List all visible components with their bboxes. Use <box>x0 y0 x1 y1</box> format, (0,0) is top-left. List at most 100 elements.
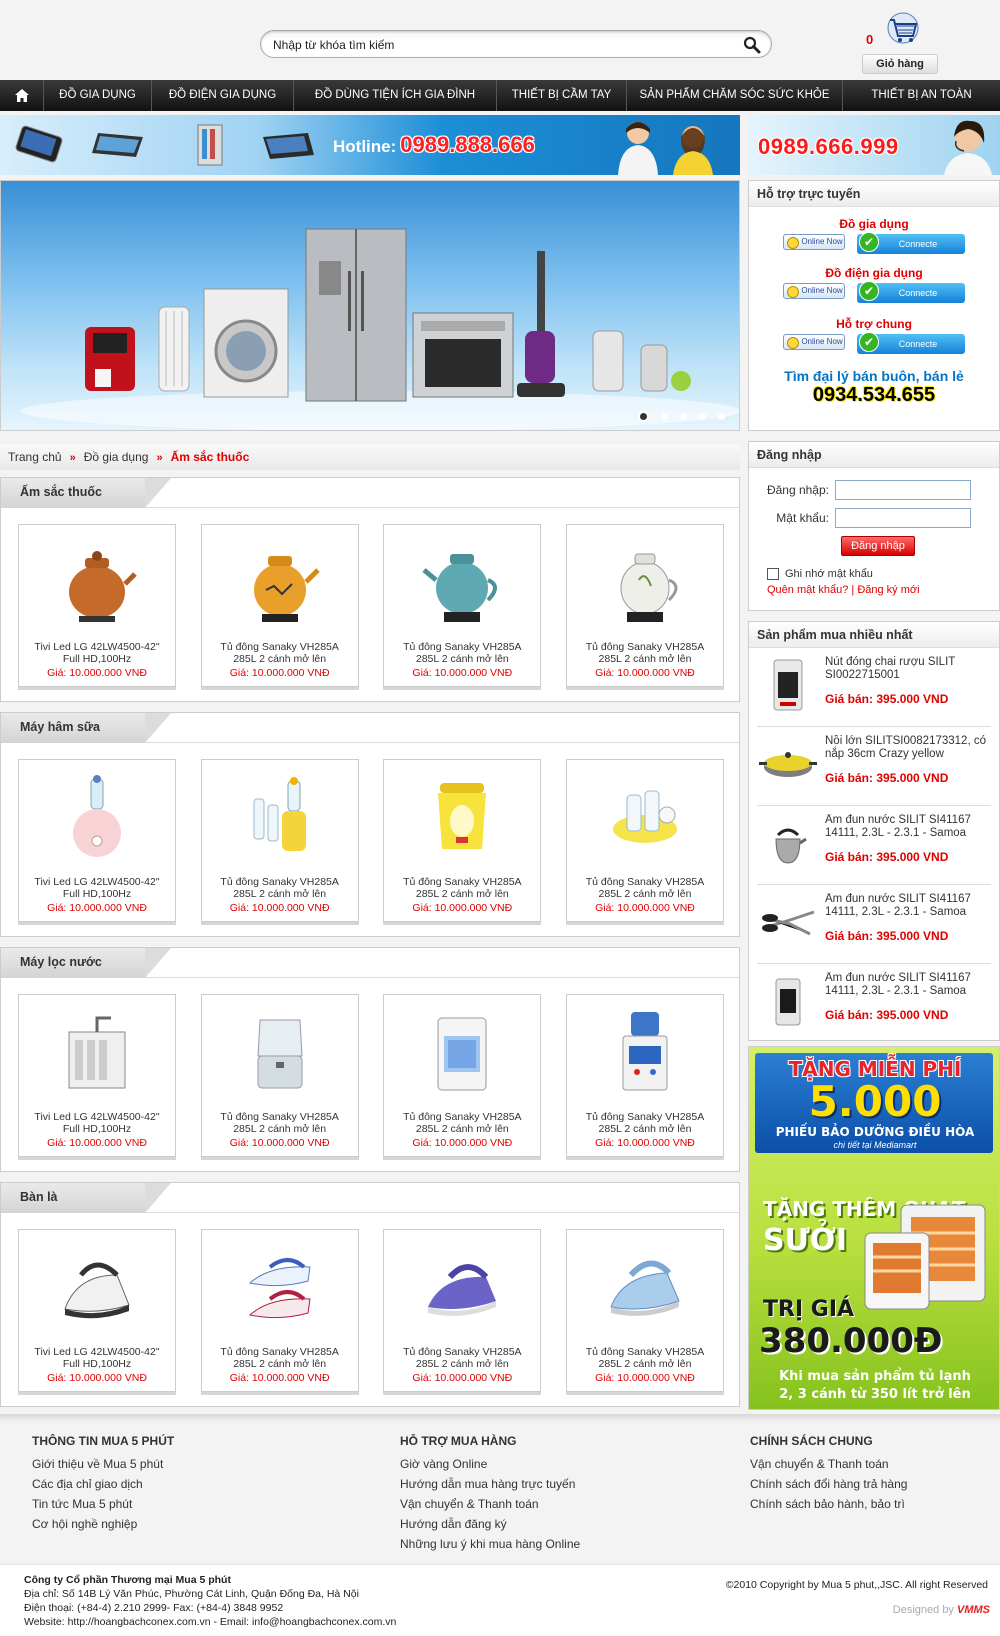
nav-home[interactable] <box>0 80 44 111</box>
hero-slider[interactable] <box>0 180 740 431</box>
product-card[interactable]: Tủ đông Sanaky VH285A 285L 2 cánh mở lên… <box>565 759 724 922</box>
online-status-button[interactable]: Online Now <box>783 234 845 250</box>
product-card[interactable]: Tivi Led LG 42LW4500-42" Full HD,100Hz G… <box>18 524 176 687</box>
product-price: Giá: 10.000.000 VNĐ <box>47 902 147 914</box>
login-button[interactable]: Đăng nhập <box>841 536 915 556</box>
section-title[interactable]: Máy hâm sữa <box>20 720 100 734</box>
product-card[interactable]: Tủ đông Sanaky VH285A 285L 2 cánh mở lên… <box>383 759 542 922</box>
online-status-button[interactable]: Online Now <box>783 283 845 299</box>
bestseller-item[interactable]: Nồi lớn SILITSI0082173312, có nắp 36cm C… <box>757 727 991 806</box>
slider-dot[interactable] <box>680 413 687 420</box>
product-card[interactable]: Tủ đông Sanaky VH285A 285L 2 cánh mở lên… <box>200 524 359 687</box>
footer-link[interactable]: Tin tức Mua 5 phút <box>32 1494 174 1514</box>
nav-item-cham-soc-suc-khoe[interactable]: SẢN PHẨM CHĂM SÓC SỨC KHỎE <box>627 80 843 111</box>
forgot-password-link[interactable]: Quên mật khẩu? <box>767 584 848 596</box>
product-name[interactable]: Tủ đông Sanaky VH285A 285L 2 cánh mở lên <box>390 641 534 665</box>
product-image <box>612 790 677 843</box>
promo-banner[interactable]: TẶNG MIỄN PHÍ 5.000 PHIẾU BẢO DƯỠNG ĐIỀU… <box>748 1046 1000 1410</box>
slider-dot[interactable] <box>638 411 649 422</box>
product-name[interactable]: Tủ đông Sanaky VH285A 285L 2 cánh mở lên <box>208 641 352 665</box>
username-input[interactable] <box>835 480 971 500</box>
nav-item-thiet-bi-cam-tay[interactable]: THIẾT BỊ CẦM TAY <box>497 80 627 111</box>
slider-dot[interactable] <box>661 413 668 420</box>
nav-item-do-dung-tien-ich[interactable]: ĐỒ DÙNG TIỆN ÍCH GIA ĐÌNH <box>294 80 497 111</box>
product-card[interactable]: Tủ đông Sanaky VH285A 285L 2 cánh mở lên… <box>383 524 542 687</box>
bestseller-name[interactable]: Ấm đun nước SILIT SI41167 14111, 2.3L - … <box>825 814 987 840</box>
bestseller-item[interactable]: Nút đóng chai rượu SILIT SI0022715001 Gi… <box>757 648 991 727</box>
product-name[interactable]: Tủ đông Sanaky VH285A 285L 2 cánh mở lên <box>208 1346 352 1370</box>
bestseller-name[interactable]: Ấm đun nước SILIT SI41167 14111, 2.3L - … <box>825 893 987 919</box>
footer-link[interactable]: Cơ hội nghề nghiệp <box>32 1514 174 1534</box>
footer-link[interactable]: Hướng dẫn mua hàng trực tuyến <box>400 1474 580 1494</box>
product-name[interactable]: Tủ đông Sanaky VH285A 285L 2 cánh mở lên <box>390 876 534 900</box>
breadcrumb-home[interactable]: Trang chủ <box>8 450 62 464</box>
password-input[interactable] <box>835 508 971 528</box>
product-name[interactable]: Tivi Led LG 42LW4500-42" Full HD,100Hz <box>25 1346 169 1370</box>
product-name[interactable]: Tủ đông Sanaky VH285A 285L 2 cánh mở lên <box>390 1111 534 1135</box>
product-price: Giá: 10.000.000 VNĐ <box>412 1372 513 1384</box>
bestseller-item[interactable]: Ấm đun nước SILIT SI41167 14111, 2.3L - … <box>757 964 991 1043</box>
connect-button[interactable]: Connecte <box>857 232 965 254</box>
product-card[interactable]: Tủ đông Sanaky VH285A 285L 2 cánh mở lên… <box>383 1229 542 1392</box>
product-card[interactable]: Tủ đông Sanaky VH285A 285L 2 cánh mở lên… <box>565 1229 724 1392</box>
footer-link[interactable]: Các địa chỉ giao dịch <box>32 1474 174 1494</box>
connect-button[interactable]: Connecte <box>857 281 965 303</box>
cart-button[interactable]: Giỏ hàng <box>862 54 938 74</box>
product-card[interactable]: Tủ đông Sanaky VH285A 285L 2 cánh mở lên… <box>200 994 359 1157</box>
product-card[interactable]: Tivi Led LG 42LW4500-42" Full HD,100Hz G… <box>18 1229 176 1392</box>
product-card[interactable]: Tủ đông Sanaky VH285A 285L 2 cánh mở lên… <box>383 994 542 1157</box>
product-name[interactable]: Tủ đông Sanaky VH285A 285L 2 cánh mở lên <box>390 1346 534 1370</box>
product-card[interactable]: Tủ đông Sanaky VH285A 285L 2 cánh mở lên… <box>565 524 724 687</box>
support-phone-banner[interactable]: 0989.666.999 <box>748 115 1000 175</box>
product-card[interactable]: Tủ đông Sanaky VH285A 285L 2 cánh mở lên… <box>565 994 724 1157</box>
hotline: Hotline: 0989.888.666 <box>333 132 535 158</box>
bestseller-item[interactable]: Ấm đun nước SILIT SI41167 14111, 2.3L - … <box>757 885 991 964</box>
online-status-button[interactable]: Online Now <box>783 334 845 350</box>
designer-logo[interactable]: VMMS <box>957 1604 990 1616</box>
connect-button[interactable]: Connecte <box>857 332 965 354</box>
product-card[interactable]: Tủ đông Sanaky VH285A 285L 2 cánh mở lên… <box>200 759 359 922</box>
footer-link[interactable]: Những lưu ý khi mua hàng Online <box>400 1534 580 1554</box>
cart-icon[interactable] <box>880 12 922 48</box>
bestseller-name[interactable]: Ấm đun nước SILIT SI41167 14111, 2.3L - … <box>825 972 987 998</box>
section-title[interactable]: Ấm sắc thuốc <box>20 485 102 499</box>
footer-link[interactable]: Giờ vàng Online <box>400 1454 580 1474</box>
slider-dot[interactable] <box>699 413 706 420</box>
bestseller-name[interactable]: Nồi lớn SILITSI0082173312, có nắp 36cm C… <box>825 735 987 761</box>
search-input[interactable] <box>273 36 733 54</box>
product-card[interactable]: Tivi Led LG 42LW4500-42" Full HD,100Hz G… <box>18 994 176 1157</box>
product-name[interactable]: Tủ đông Sanaky VH285A 285L 2 cánh mở lên <box>573 1111 717 1135</box>
slider-dot[interactable] <box>718 413 725 420</box>
section-title[interactable]: Bàn là <box>20 1190 58 1204</box>
nav-item-do-dien-gia-dung[interactable]: ĐỒ ĐIỆN GIA DỤNG <box>152 80 294 111</box>
search-icon[interactable] <box>743 36 761 54</box>
product-card[interactable]: Tivi Led LG 42LW4500-42" Full HD,100Hz G… <box>18 759 176 922</box>
product-name[interactable]: Tivi Led LG 42LW4500-42" Full HD,100Hz <box>25 1111 169 1135</box>
footer-link[interactable]: Vận chuyển & Thanh toán <box>400 1494 580 1514</box>
product-name[interactable]: Tủ đông Sanaky VH285A 285L 2 cánh mở lên <box>208 876 352 900</box>
footer-link[interactable]: Giới thiệu về Mua 5 phút <box>32 1454 174 1474</box>
nav-item-thiet-bi-an-toan[interactable]: THIẾT BỊ AN TOÀN <box>843 80 1000 111</box>
footer-link[interactable]: Vận chuyển & Thanh toán <box>750 1454 907 1474</box>
hotline-banner[interactable]: Hotline: 0989.888.666 <box>0 115 740 175</box>
remember-checkbox[interactable] <box>767 568 779 580</box>
footer-link[interactable]: Hướng dẫn đăng ký <box>400 1514 580 1534</box>
product-name[interactable]: Tủ đông Sanaky VH285A 285L 2 cánh mở lên <box>573 1346 717 1370</box>
product-name[interactable]: Tủ đông Sanaky VH285A 285L 2 cánh mở lên <box>573 876 717 900</box>
support-phone: 0989.666.999 <box>758 134 899 159</box>
footer-link[interactable]: Chính sách đổi hàng trả hàng <box>750 1474 907 1494</box>
product-name[interactable]: Tủ đông Sanaky VH285A 285L 2 cánh mở lên <box>573 641 717 665</box>
register-link[interactable]: Đăng ký mới <box>857 584 919 596</box>
breadcrumb-category[interactable]: Đồ gia dụng <box>84 450 149 464</box>
product-name[interactable]: Tivi Led LG 42LW4500-42" Full HD,100Hz <box>25 641 169 665</box>
footer-link[interactable]: Chính sách bảo hành, bảo trì <box>750 1494 907 1514</box>
promo-line-6: SƯỞI <box>763 1223 848 1258</box>
section-title[interactable]: Máy lọc nước <box>20 955 102 969</box>
product-section-may-ham-sua: Máy hâm sữa Tivi Led LG 42LW4500-42" Ful… <box>0 712 740 937</box>
nav-item-do-gia-dung[interactable]: ĐỒ GIA DỤNG <box>44 80 152 111</box>
bestseller-name[interactable]: Nút đóng chai rượu SILIT SI0022715001 <box>825 656 987 682</box>
product-name[interactable]: Tủ đông Sanaky VH285A 285L 2 cánh mở lên <box>208 1111 352 1135</box>
product-name[interactable]: Tivi Led LG 42LW4500-42" Full HD,100Hz <box>25 876 169 900</box>
product-card[interactable]: Tủ đông Sanaky VH285A 285L 2 cánh mở lên… <box>200 1229 359 1392</box>
bestseller-item[interactable]: Ấm đun nước SILIT SI41167 14111, 2.3L - … <box>757 806 991 885</box>
